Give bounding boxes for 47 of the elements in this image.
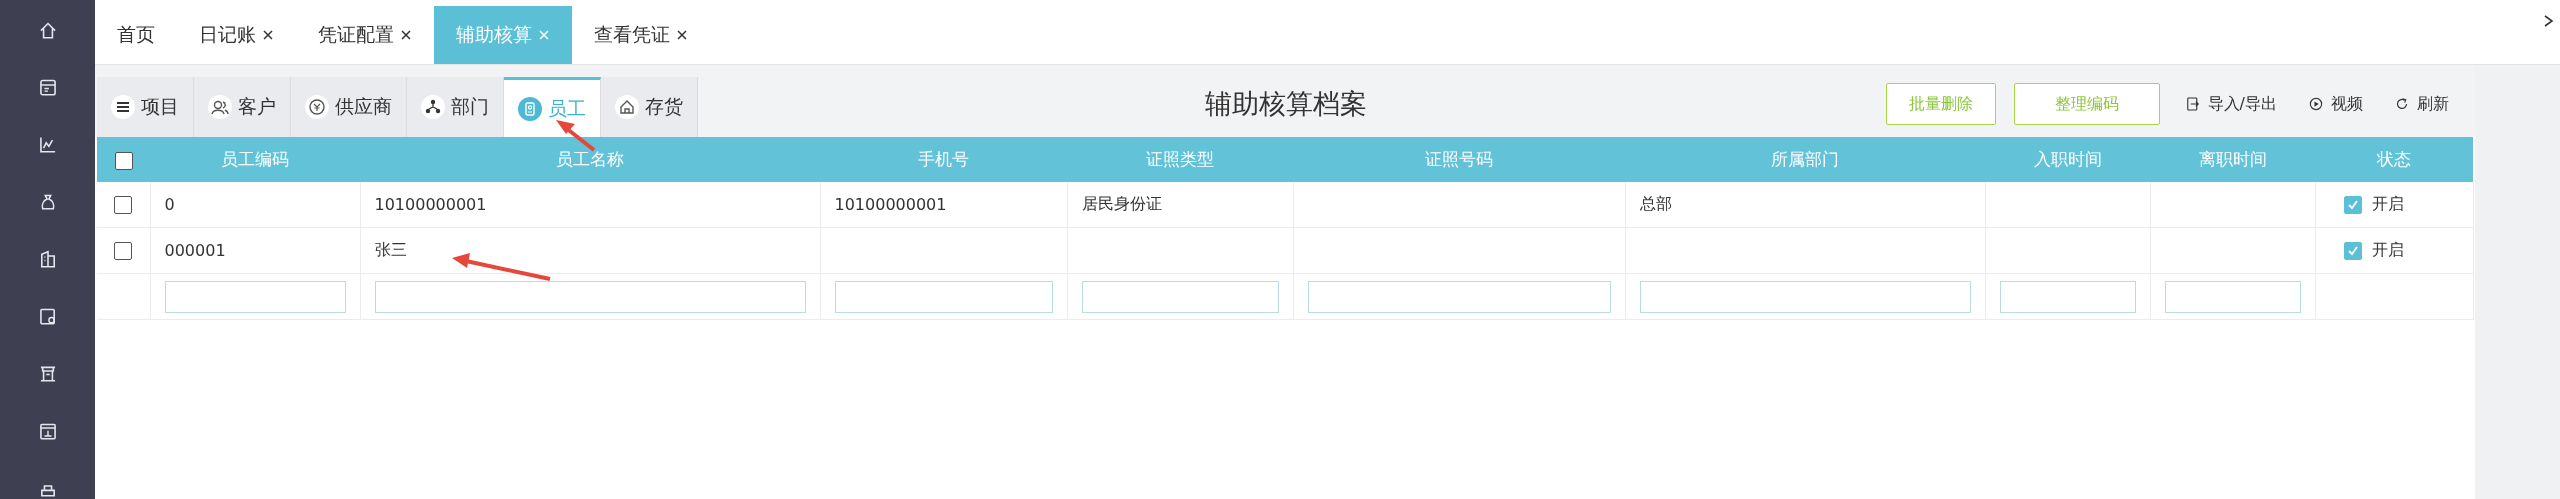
filter-field[interactable] — [1999, 280, 2136, 313]
toolbar-link[interactable]: 视频 — [2301, 93, 2369, 115]
status-label: 开启 — [2371, 240, 2404, 261]
table-cell: 总部 — [1639, 194, 1672, 213]
row-checkbox[interactable] — [114, 196, 133, 215]
page-tab[interactable]: 首页 — [95, 6, 177, 64]
column-header: 证照号码 — [1293, 137, 1625, 182]
table-cell: 10100000001 — [374, 195, 487, 214]
column-header: 入职时间 — [1985, 137, 2150, 182]
column-header: 证照类型 — [1067, 137, 1293, 182]
column-header: 状态 — [2315, 137, 2473, 182]
status-checkbox[interactable] — [2343, 241, 2362, 260]
select-all-checkbox[interactable] — [114, 151, 133, 170]
filter-field[interactable] — [164, 280, 346, 313]
filter-field[interactable] — [1081, 280, 1279, 313]
table-cell: 居民身份证 — [1081, 194, 1162, 213]
page-tab[interactable]: 日记账 — [177, 6, 296, 64]
arrow-drawing — [556, 120, 596, 152]
column-header: 员工名称 — [360, 137, 820, 182]
page-tab[interactable]: 查看凭证 — [572, 6, 710, 64]
table-cell: 000001 — [164, 241, 226, 260]
people-icon — [208, 95, 232, 119]
table-cell: 张三 — [374, 240, 407, 259]
house-icon — [615, 95, 639, 119]
page-title: 辅助核算档案 — [1205, 87, 1367, 121]
toolbar-link[interactable]: 导入/导出 — [2177, 93, 2283, 115]
page-tab[interactable]: 凭证配置 — [296, 6, 434, 64]
list-icon — [111, 95, 135, 119]
filter-field[interactable] — [1307, 280, 1611, 313]
status-checkbox[interactable] — [2343, 195, 2362, 214]
table-cell: 0 — [164, 195, 175, 214]
row-checkbox[interactable] — [114, 242, 133, 261]
filter-field[interactable] — [1639, 280, 1971, 313]
filter-field[interactable] — [2164, 280, 2301, 313]
table-cell: 10100000001 — [834, 195, 947, 214]
column-header: 员工编码 — [150, 137, 360, 182]
coin-icon — [305, 95, 329, 119]
column-header: 手机号 — [820, 137, 1067, 182]
filter-field[interactable] — [834, 280, 1053, 313]
id-card-icon — [518, 96, 542, 121]
status-label: 开启 — [2371, 194, 2404, 215]
filter-field[interactable] — [374, 280, 806, 313]
play-icon — [2307, 95, 2325, 113]
column-header: 离职时间 — [2150, 137, 2315, 182]
hierarchy-icon — [421, 95, 445, 119]
column-header: 所属部门 — [1625, 137, 1985, 182]
toolbar-link[interactable]: 刷新 — [2387, 93, 2455, 115]
